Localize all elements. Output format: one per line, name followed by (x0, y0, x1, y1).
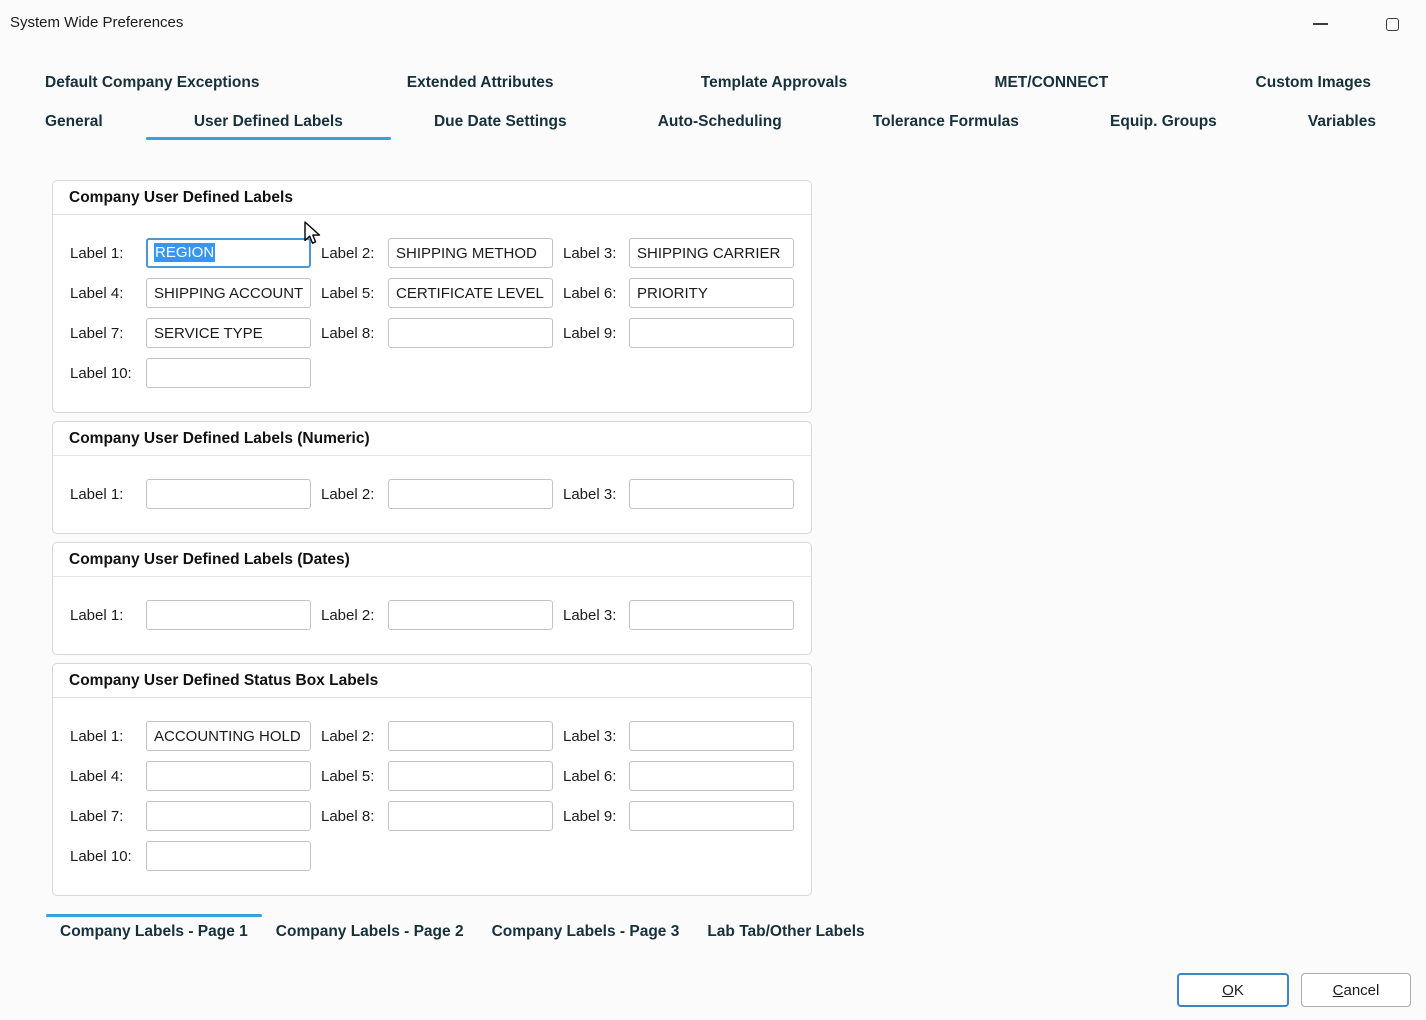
group-company-user-defined-status-box-labels: Company User Defined Status Box Labels L… (52, 663, 812, 896)
field-label: Label 3: (553, 728, 629, 745)
minimize-icon (1313, 23, 1328, 25)
tab-user-defined-labels[interactable]: User Defined Labels (194, 111, 343, 133)
field-label: Label 7: (70, 325, 146, 342)
window-controls (1306, 10, 1406, 38)
status-label-8-input[interactable] (388, 801, 553, 831)
field-label: Label 8: (311, 325, 388, 342)
field-label: Label 5: (311, 285, 388, 302)
maximize-icon (1386, 18, 1399, 31)
field-label: Label 2: (311, 245, 388, 262)
company-label-9-input[interactable] (629, 318, 794, 348)
group-company-user-defined-labels: Company User Defined Labels Label 1: REG… (52, 180, 812, 413)
numeric-label-1-input[interactable] (146, 479, 311, 509)
group-fields: Label 1: Label 2: Label 3: (53, 577, 811, 654)
field-label: Label 8: (311, 808, 388, 825)
group-company-user-defined-labels-dates: Company User Defined Labels (Dates) Labe… (52, 542, 812, 655)
group-title: Company User Defined Labels (Dates) (53, 543, 811, 577)
field-label: Label 5: (311, 768, 388, 785)
group-title: Company User Defined Status Box Labels (53, 664, 811, 698)
tab-row-2: General User Defined Labels Due Date Set… (45, 111, 1376, 133)
tab-auto-scheduling[interactable]: Auto-Scheduling (658, 111, 782, 133)
field-label: Label 9: (553, 325, 629, 342)
window-titlebar: System Wide Preferences (0, 0, 1426, 48)
numeric-label-3-input[interactable] (629, 479, 794, 509)
group-company-user-defined-labels-numeric: Company User Defined Labels (Numeric) La… (52, 421, 812, 534)
group-title: Company User Defined Labels (Numeric) (53, 422, 811, 456)
tab-default-company-exceptions[interactable]: Default Company Exceptions (45, 72, 259, 94)
company-label-1-input[interactable]: REGION (146, 238, 311, 268)
group-fields: Label 1: REGION Label 2: Label 3: Label … (53, 215, 811, 412)
tab-equip-groups[interactable]: Equip. Groups (1110, 111, 1217, 133)
status-label-5-input[interactable] (388, 761, 553, 791)
status-label-6-input[interactable] (629, 761, 794, 791)
window-title: System Wide Preferences (10, 14, 183, 31)
company-label-4-input[interactable] (146, 278, 311, 308)
field-label: Label 1: (70, 728, 146, 745)
field-label: Label 9: (553, 808, 629, 825)
company-label-10-input[interactable] (146, 358, 311, 388)
page-tab-strip: Company Labels - Page 1 Company Labels -… (46, 914, 879, 947)
status-label-7-input[interactable] (146, 801, 311, 831)
company-label-7-input[interactable] (146, 318, 311, 348)
ok-button[interactable]: OK (1177, 973, 1289, 1007)
field-label: Label 6: (553, 285, 629, 302)
maximize-button[interactable] (1378, 10, 1406, 38)
field-label: Label 7: (70, 808, 146, 825)
group-fields: Label 1: Label 2: Label 3: Label 4: Labe… (53, 698, 811, 895)
tab-due-date-settings[interactable]: Due Date Settings (434, 111, 567, 133)
tab-company-labels-page-1[interactable]: Company Labels - Page 1 (46, 914, 262, 947)
field-label: Label 10: (70, 848, 146, 865)
field-label: Label 2: (311, 607, 388, 624)
field-label: Label 10: (70, 365, 146, 382)
field-label: Label 4: (70, 285, 146, 302)
cancel-button[interactable]: Cancel (1301, 973, 1411, 1007)
cancel-button-label: Cancel (1333, 982, 1380, 999)
ok-button-label: OK (1222, 982, 1244, 999)
field-label: Label 2: (311, 486, 388, 503)
dates-label-1-input[interactable] (146, 600, 311, 630)
tab-company-labels-page-2[interactable]: Company Labels - Page 2 (262, 914, 478, 947)
field-label: Label 3: (553, 486, 629, 503)
company-label-2-input[interactable] (388, 238, 553, 268)
tab-variables[interactable]: Variables (1308, 111, 1376, 133)
field-label: Label 1: (70, 607, 146, 624)
group-fields: Label 1: Label 2: Label 3: (53, 456, 811, 533)
tab-row-1: Default Company Exceptions Extended Attr… (45, 72, 1371, 94)
tab-company-labels-page-3[interactable]: Company Labels - Page 3 (478, 914, 694, 947)
status-label-2-input[interactable] (388, 721, 553, 751)
company-label-6-input[interactable] (629, 278, 794, 308)
minimize-button[interactable] (1306, 10, 1334, 38)
field-label: Label 6: (553, 768, 629, 785)
tab-tolerance-formulas[interactable]: Tolerance Formulas (873, 111, 1019, 133)
tab-met-connect[interactable]: MET/CONNECT (995, 72, 1109, 94)
status-label-10-input[interactable] (146, 841, 311, 871)
status-label-4-input[interactable] (146, 761, 311, 791)
field-label: Label 3: (553, 245, 629, 262)
tab-extended-attributes[interactable]: Extended Attributes (407, 72, 554, 94)
status-label-9-input[interactable] (629, 801, 794, 831)
field-label: Label 1: (70, 486, 146, 503)
group-title: Company User Defined Labels (53, 181, 811, 215)
company-label-5-input[interactable] (388, 278, 553, 308)
field-label: Label 3: (553, 607, 629, 624)
tab-custom-images[interactable]: Custom Images (1256, 72, 1371, 94)
field-label: Label 2: (311, 728, 388, 745)
dates-label-2-input[interactable] (388, 600, 553, 630)
company-label-3-input[interactable] (629, 238, 794, 268)
tab-template-approvals[interactable]: Template Approvals (701, 72, 847, 94)
field-label: Label 4: (70, 768, 146, 785)
tab-lab-tab-other-labels[interactable]: Lab Tab/Other Labels (693, 914, 878, 947)
numeric-label-2-input[interactable] (388, 479, 553, 509)
tab-general[interactable]: General (45, 111, 103, 133)
status-label-1-input[interactable] (146, 721, 311, 751)
dates-label-3-input[interactable] (629, 600, 794, 630)
company-label-8-input[interactable] (388, 318, 553, 348)
status-label-3-input[interactable] (629, 721, 794, 751)
selected-text: REGION (154, 243, 215, 262)
field-label: Label 1: (70, 245, 146, 262)
